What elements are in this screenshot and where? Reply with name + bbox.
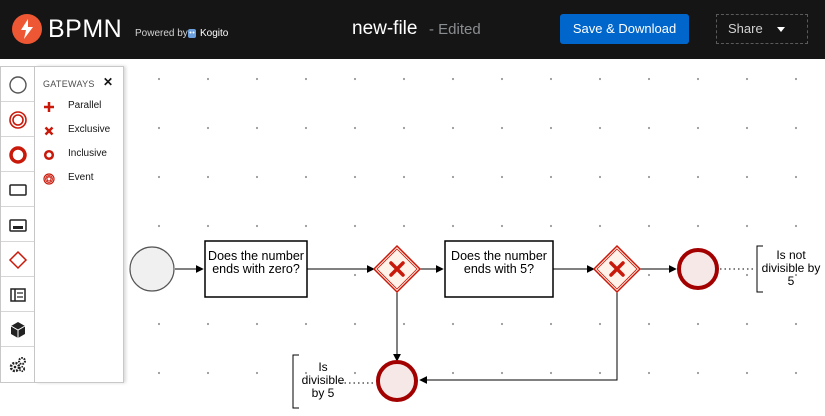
intermediate-event-icon: [9, 111, 27, 129]
end-event-icon: [9, 146, 27, 164]
palette-custom-tasks[interactable]: [1, 347, 34, 382]
edited-status: - Edited: [429, 21, 481, 38]
close-icon[interactable]: ✕: [103, 75, 113, 89]
kogito-brand: Kogito: [200, 28, 229, 39]
task-ends-with-zero-label: Does the number ends with zero?: [208, 249, 304, 276]
palette-start-events[interactable]: [1, 67, 34, 102]
parallel-gateway-icon: [44, 102, 54, 112]
flyout-title: GATEWAYS: [43, 79, 95, 89]
app-title: BPMN: [48, 15, 123, 43]
task-ends-with-five-label: Does the number ends with 5?: [451, 249, 547, 276]
share-dropdown-button[interactable]: Share: [716, 14, 808, 44]
share-label: Share: [728, 21, 763, 36]
gateway-icon: [8, 250, 28, 270]
kogito-icon: [188, 29, 196, 38]
flyout-item-label: Exclusive: [68, 124, 111, 135]
palette-end-events[interactable]: [1, 137, 34, 172]
event-gateway-icon: [43, 173, 55, 185]
gateways-flyout: GATEWAYS ✕ Parallel Exclusive Inclusive …: [35, 66, 124, 383]
annotation-divisible-text: Is divisible by 5: [301, 360, 345, 400]
gears-icon: [9, 357, 26, 373]
task-icon: [9, 184, 27, 196]
swimlane-icon: [10, 288, 26, 302]
shape-palette: [0, 66, 35, 383]
palette-containers[interactable]: [1, 277, 34, 312]
flyout-item-event[interactable]: Event: [35, 169, 123, 189]
palette-gateways[interactable]: [1, 242, 34, 277]
end-event-divisible[interactable]: [376, 360, 418, 402]
powered-by-text: Powered by: [135, 28, 188, 39]
flyout-item-exclusive[interactable]: Exclusive: [35, 121, 123, 141]
subprocess-icon: [9, 219, 27, 232]
start-event-icon: [9, 76, 27, 94]
start-event[interactable]: [129, 246, 175, 292]
cube-icon: [10, 322, 26, 338]
file-name[interactable]: new-file: [352, 17, 417, 41]
flyout-item-label: Parallel: [68, 100, 102, 111]
flyout-item-inclusive[interactable]: Inclusive: [35, 145, 123, 165]
palette-subprocesses[interactable]: [1, 207, 34, 242]
top-bar: BPMN Powered by Kogito new-file - Edited…: [0, 0, 825, 59]
inclusive-gateway-icon: [43, 149, 55, 161]
bpmn-logo-icon: [12, 14, 42, 44]
flyout-item-parallel[interactable]: Parallel: [35, 97, 123, 117]
palette-artifacts[interactable]: [1, 312, 34, 347]
palette-activities[interactable]: [1, 172, 34, 207]
exclusive-gateway-icon: [44, 126, 54, 136]
end-event-not-divisible[interactable]: [677, 248, 719, 290]
annotation-not-divisible-text: Is not divisible by 5: [761, 248, 821, 288]
flyout-item-label: Inclusive: [68, 148, 107, 159]
save-download-button[interactable]: Save & Download: [560, 14, 689, 44]
palette-intermediate-events[interactable]: [1, 102, 34, 137]
flyout-item-label: Event: [68, 172, 94, 183]
caret-down-icon: [777, 27, 785, 32]
